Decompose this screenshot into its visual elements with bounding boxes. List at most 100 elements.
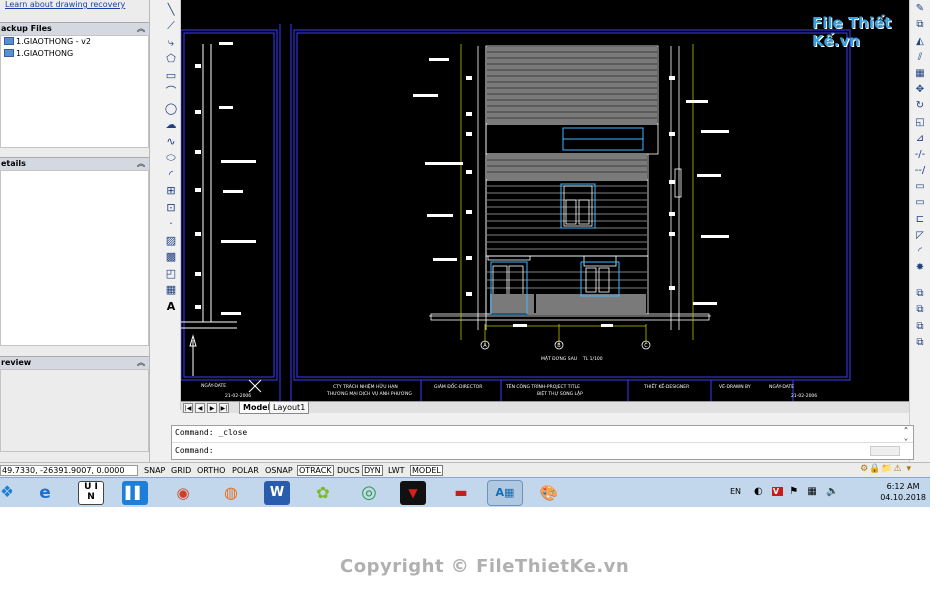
chamfer-icon[interactable]: ◸ (913, 229, 927, 243)
multiline-text-icon[interactable]: A (164, 300, 178, 314)
dyn-toggle[interactable]: DYN (362, 465, 383, 476)
snagit-icon[interactable]: ◉ (170, 481, 196, 505)
polyline-icon[interactable]: ⤷ (164, 36, 178, 50)
draw-order-icon[interactable]: ⧉ (913, 287, 927, 301)
gradient-icon[interactable]: ▩ (164, 250, 178, 264)
join-icon[interactable]: ⊏ (913, 213, 927, 227)
clock-date: 04.10.2018 (880, 493, 926, 502)
details-header[interactable]: etails ︽ (0, 157, 149, 170)
details-body (0, 170, 149, 346)
corel-icon[interactable]: ✿ (310, 481, 336, 505)
horizontal-scrollbar[interactable] (870, 446, 900, 456)
bring-front-icon[interactable]: ⧉ (913, 303, 927, 317)
left-date-value: 21-02-2006 (225, 393, 251, 399)
recovery-link[interactable]: Learn about drawing recovery (5, 0, 125, 9)
word-icon[interactable]: W (264, 481, 290, 505)
backup-file-item[interactable]: 1.GIAOTHONG - v2 (4, 37, 91, 46)
drawing-canvas[interactable]: A B C MẶT ĐỨNG SAU TL 1/100 NGÀY-DATE 21… (181, 0, 909, 401)
windows-start-icon[interactable]: ❖ (0, 482, 12, 504)
ducs-toggle[interactable]: DUCS (335, 465, 362, 476)
hatch-icon[interactable]: ▨ (164, 234, 178, 248)
circle-icon[interactable]: ◯ (164, 102, 178, 116)
backup-files-title: ackup Files (1, 24, 52, 33)
tab-layout1[interactable]: Layout1 (269, 402, 310, 414)
rectangle-icon[interactable]: ▭ (164, 69, 178, 83)
paint-icon[interactable]: 🎨 (536, 481, 562, 505)
polygon-icon[interactable]: ⬠ (164, 52, 178, 66)
backup-file-item[interactable]: 1.GIAOTHONG (4, 49, 73, 58)
trim-icon[interactable]: -/- (913, 148, 927, 162)
command-prompt[interactable]: Command: (175, 446, 214, 455)
date-label: NGÀY-DATE (769, 383, 794, 390)
stretch-icon[interactable]: ⊿ (913, 132, 927, 146)
coordinates-readout: 49.7330, -26391.9007, 0.0000 (0, 465, 138, 476)
prev-tab-icon[interactable]: ◀ (195, 403, 205, 413)
polar-toggle[interactable]: POLAR (230, 465, 261, 476)
snap-toggle[interactable]: SNAP (142, 465, 167, 476)
ellipse-icon[interactable]: ⬭ (164, 151, 178, 165)
internet-explorer-icon[interactable]: e (32, 481, 58, 505)
v-badge-icon[interactable]: V (771, 487, 784, 496)
arc-icon[interactable]: ⌒ (164, 85, 178, 99)
collapse-icon[interactable]: ︽ (137, 23, 145, 35)
system-tray: EN ◐ V ⚑ ▦ 🔈 6:12 AM 04.10.2018 (724, 478, 930, 507)
move-icon[interactable]: ✥ (913, 83, 927, 97)
next-tab-icon[interactable]: ▶ (207, 403, 217, 413)
preview-body (0, 369, 149, 452)
collapse-icon[interactable]: ︽ (137, 158, 145, 170)
autocad-taskbar-icon[interactable]: A▦ (487, 480, 523, 506)
arkzone-icon[interactable]: ▼ (400, 481, 426, 505)
backup-files-list: 1.GIAOTHONG - v2 1.GIAOTHONG (0, 35, 149, 148)
drawing-recovery-panel: Learn about drawing recovery ackup Files… (0, 0, 150, 462)
send-back-icon[interactable]: ⧉ (913, 320, 927, 334)
vertical-scrollbar[interactable]: ⌃ ⌄ (899, 426, 913, 459)
clock-time: 6:12 AM (886, 482, 920, 491)
fillet-icon[interactable]: ◜ (913, 245, 927, 259)
backup-files-header[interactable]: ackup Files ︽ (0, 22, 149, 35)
osnap-toggle[interactable]: OSNAP (263, 465, 295, 476)
otrack-toggle[interactable]: OTRACK (297, 465, 334, 476)
model-toggle[interactable]: MODEL (410, 465, 443, 476)
break-icon[interactable]: ▭ (913, 196, 927, 210)
autocad-window: Learn about drawing recovery ackup Files… (0, 0, 930, 507)
left-date-label: NGÀY-DATE (201, 382, 226, 389)
construction-line-icon[interactable]: ⟋ (164, 19, 178, 33)
lwt-toggle[interactable]: LWT (386, 465, 407, 476)
command-window[interactable]: Command: _close Command: ⌃ ⌄ (171, 425, 914, 460)
line-icon[interactable]: ╲ (164, 3, 178, 17)
tray-icons[interactable]: ◐ V ⚑ ▦ 🔈 (754, 486, 842, 497)
modify-toolbar: ✎ ⧉ ◭ ⫽ ▦ ✥ ↻ ◱ ⊿ -/- --/ ▭ ▭ ⊏ ◸ ◜ ✸ ⧉ … (909, 0, 930, 462)
clock[interactable]: 6:12 AM 04.10.2018 (880, 481, 926, 503)
array-icon[interactable]: ▦ (913, 67, 927, 81)
last-tab-icon[interactable]: ▶| (219, 403, 229, 413)
table-icon[interactable]: ▦ (164, 283, 178, 297)
collapse-icon[interactable]: ︽ (137, 357, 145, 369)
break-point-icon[interactable]: ▭ (913, 180, 927, 194)
point-icon[interactable]: · (164, 217, 178, 231)
chrome-icon[interactable]: ◎ (356, 481, 382, 505)
ellipse-arc-icon[interactable]: ◜ (164, 168, 178, 182)
revision-cloud-icon[interactable]: ☁ (164, 118, 178, 132)
insert-block-icon[interactable]: ⊞ (164, 184, 178, 198)
file-explorer-icon[interactable]: ▌▌ (122, 481, 148, 505)
language-indicator[interactable]: EN (730, 487, 741, 496)
rotate-icon[interactable]: ↻ (913, 99, 927, 113)
scale-icon[interactable]: ◱ (913, 116, 927, 130)
spline-icon[interactable]: ∿ (164, 135, 178, 149)
grid-toggle[interactable]: GRID (169, 465, 193, 476)
make-block-icon[interactable]: ⊡ (164, 201, 178, 215)
preview-header[interactable]: review ︽ (0, 356, 149, 369)
above-object-icon[interactable]: ⧉ (913, 336, 927, 350)
firefox-icon[interactable]: ◍ (218, 481, 244, 505)
ortho-toggle[interactable]: ORTHO (195, 465, 227, 476)
archive-icon[interactable]: ▬ (448, 481, 474, 505)
first-tab-icon[interactable]: |◀ (183, 403, 193, 413)
elevation-title: MẶT ĐỨNG SAU (541, 355, 577, 362)
unikey-icon[interactable]: U IN (78, 481, 104, 505)
region-icon[interactable]: ◰ (164, 267, 178, 281)
status-tray-icons[interactable]: ⚙🔒📁⚠ ▾ (860, 464, 912, 474)
offset-icon[interactable]: ⫽ (913, 51, 927, 65)
extend-icon[interactable]: --/ (913, 164, 927, 178)
folder-icon (4, 37, 14, 45)
explode-icon[interactable]: ✸ (913, 261, 927, 275)
